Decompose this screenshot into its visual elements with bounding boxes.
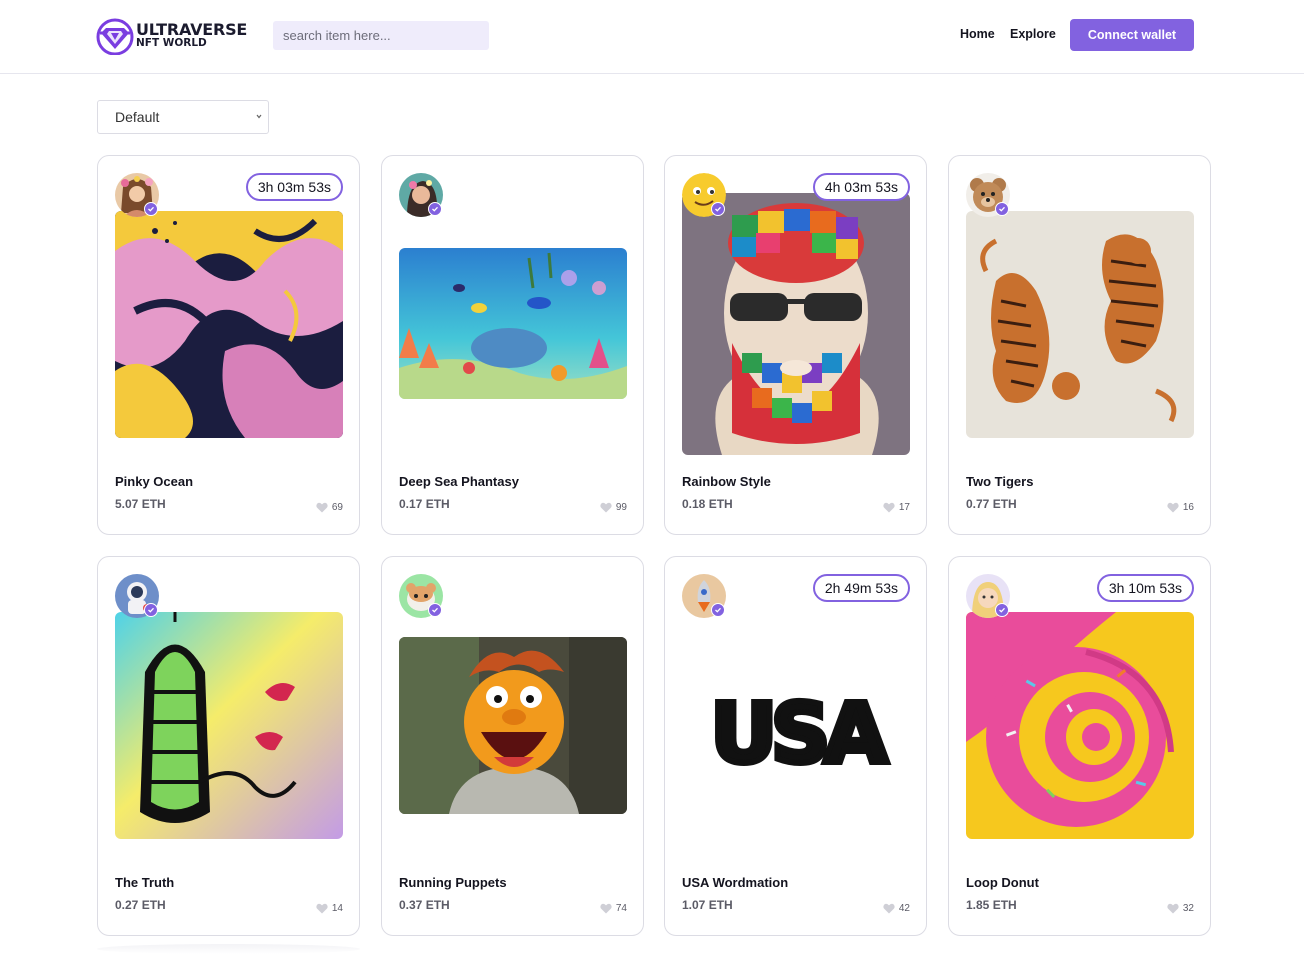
like-button[interactable]: 32 bbox=[1167, 903, 1194, 914]
auction-timer: 3h 10m 53s bbox=[1096, 574, 1194, 602]
item-price: 0.27 ETH bbox=[115, 898, 166, 912]
heart-icon bbox=[600, 502, 612, 513]
item-title[interactable]: Two Tigers bbox=[966, 474, 1033, 489]
verified-check-icon bbox=[711, 202, 725, 216]
nft-card[interactable]: 2h 49m 53s USA USA Wordmation 1.07 ETH 4… bbox=[664, 556, 927, 936]
like-count: 99 bbox=[615, 502, 627, 513]
item-title[interactable]: Deep Sea Phantasy bbox=[399, 474, 519, 489]
item-title[interactable]: USA Wordmation bbox=[682, 875, 788, 890]
item-price: 0.37 ETH bbox=[399, 898, 450, 912]
like-button[interactable]: 42 bbox=[883, 903, 910, 914]
like-count: 16 bbox=[1182, 502, 1194, 513]
search-input[interactable] bbox=[273, 21, 489, 50]
like-count: 69 bbox=[331, 502, 343, 513]
item-title[interactable]: Running Puppets bbox=[399, 875, 507, 890]
nft-card[interactable]: Deep Sea Phantasy 0.17 ETH 99 bbox=[381, 155, 644, 535]
item-title[interactable]: Rainbow Style bbox=[682, 474, 771, 489]
item-price: 5.07 ETH bbox=[115, 497, 166, 511]
nft-artwork-image[interactable] bbox=[966, 612, 1194, 839]
item-title[interactable]: The Truth bbox=[115, 875, 174, 890]
verified-check-icon bbox=[428, 202, 442, 216]
item-price: 1.85 ETH bbox=[966, 898, 1017, 912]
like-button[interactable]: 17 bbox=[883, 502, 910, 513]
item-title[interactable]: Pinky Ocean bbox=[115, 474, 193, 489]
nft-artwork-image[interactable]: USA bbox=[682, 612, 910, 839]
logo-subtitle: NFT WORLD bbox=[136, 37, 207, 49]
like-count: 42 bbox=[898, 903, 910, 914]
usa-art-text: USA bbox=[710, 687, 888, 782]
item-price: 0.77 ETH bbox=[966, 497, 1017, 511]
nav-home-link[interactable]: Home bbox=[960, 27, 995, 41]
item-title[interactable]: Loop Donut bbox=[966, 875, 1039, 890]
heart-icon bbox=[316, 903, 328, 914]
like-button[interactable]: 69 bbox=[316, 502, 343, 513]
nft-artwork-image[interactable] bbox=[682, 193, 910, 455]
logo-title: ULTRAVERSE bbox=[136, 20, 248, 39]
nft-card[interactable]: 3h 03m 53s Pinky Ocean 5.07 ETH 69 bbox=[97, 155, 360, 535]
heart-icon bbox=[316, 502, 328, 513]
nft-card[interactable]: 3h 10m 53s Loop Donut 1.85 ETH 32 bbox=[948, 556, 1211, 936]
nft-card[interactable]: 4h 03m 53s Rainbow Style 0.18 ETH 17 bbox=[664, 155, 927, 535]
like-count: 17 bbox=[898, 502, 910, 513]
nav-explore-link[interactable]: Explore bbox=[1010, 27, 1056, 41]
nft-card[interactable]: Two Tigers 0.77 ETH 16 bbox=[948, 155, 1211, 535]
nft-artwork-image[interactable] bbox=[399, 637, 627, 814]
item-price: 0.18 ETH bbox=[682, 497, 733, 511]
nft-artwork-image[interactable] bbox=[115, 211, 343, 438]
nft-card[interactable]: Running Puppets 0.37 ETH 74 bbox=[381, 556, 644, 936]
nft-artwork-image[interactable] bbox=[966, 211, 1194, 438]
heart-icon bbox=[883, 903, 895, 914]
verified-check-icon bbox=[144, 202, 158, 216]
nft-card[interactable]: The Truth 0.27 ETH 14 bbox=[97, 556, 360, 936]
like-button[interactable]: 74 bbox=[600, 903, 627, 914]
heart-icon bbox=[1167, 502, 1179, 513]
item-price: 1.07 ETH bbox=[682, 898, 733, 912]
heart-icon bbox=[883, 502, 895, 513]
verified-check-icon bbox=[995, 603, 1009, 617]
brand-logo[interactable]: ULTRAVERSE NFT WORLD bbox=[96, 17, 256, 55]
next-row-shadow bbox=[97, 944, 360, 954]
sort-select[interactable]: Default bbox=[97, 100, 269, 134]
diamond-logo-icon bbox=[96, 18, 134, 55]
like-count: 32 bbox=[1182, 903, 1194, 914]
heart-icon bbox=[600, 903, 612, 914]
item-price: 0.17 ETH bbox=[399, 497, 450, 511]
chevron-down-icon bbox=[256, 114, 262, 119]
nft-artwork-image[interactable] bbox=[115, 612, 343, 839]
like-button[interactable]: 14 bbox=[316, 903, 343, 914]
auction-timer: 3h 03m 53s bbox=[245, 173, 343, 201]
sort-selected-value: Default bbox=[115, 109, 160, 125]
like-button[interactable]: 16 bbox=[1167, 502, 1194, 513]
connect-wallet-button[interactable]: Connect wallet bbox=[1070, 19, 1194, 51]
top-header: ULTRAVERSE NFT WORLD Home Explore Connec… bbox=[0, 0, 1304, 74]
verified-check-icon bbox=[428, 603, 442, 617]
verified-check-icon bbox=[995, 202, 1009, 216]
like-count: 74 bbox=[615, 903, 627, 914]
heart-icon bbox=[1167, 903, 1179, 914]
like-count: 14 bbox=[331, 903, 343, 914]
verified-check-icon bbox=[144, 603, 158, 617]
nft-artwork-image[interactable] bbox=[399, 248, 627, 399]
like-button[interactable]: 99 bbox=[600, 502, 627, 513]
auction-timer: 2h 49m 53s bbox=[812, 574, 910, 602]
verified-check-icon bbox=[711, 603, 725, 617]
auction-timer: 4h 03m 53s bbox=[812, 173, 910, 201]
